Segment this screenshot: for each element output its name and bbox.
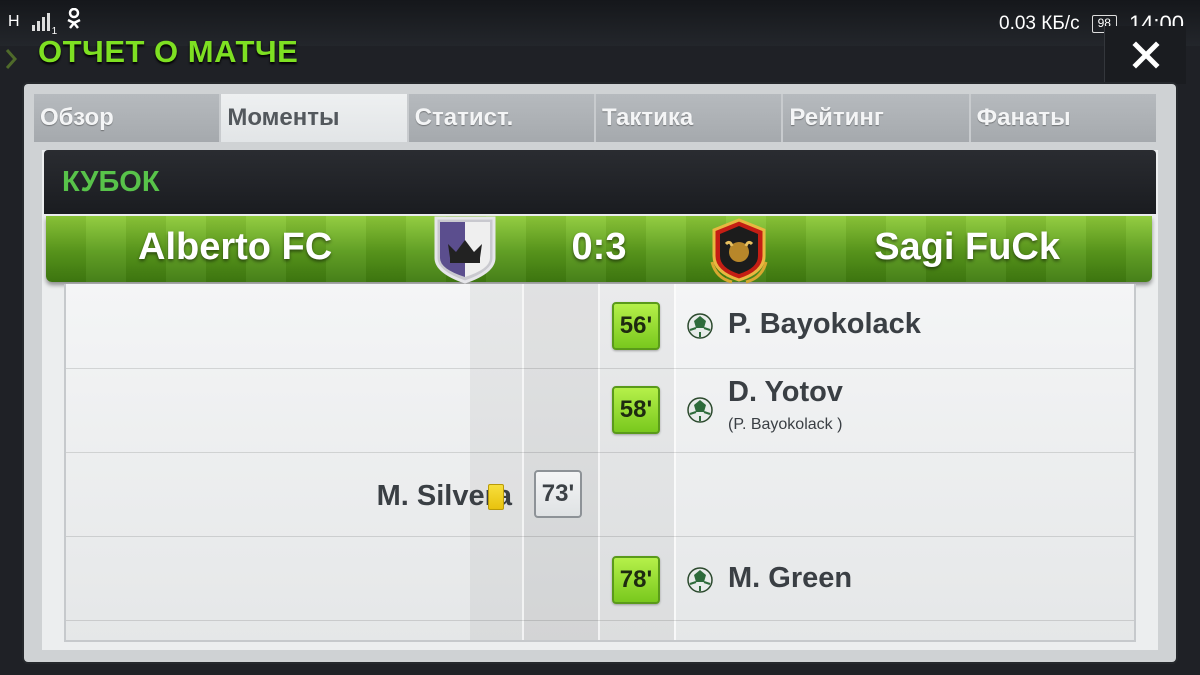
away-team-name: Sagi FuCk [874,226,1060,268]
row-divider [64,452,1136,453]
goal-ball-icon [687,313,713,339]
tab-rating[interactable]: Рейтинг [783,94,971,142]
tab-bar: Обзор Моменты Статист. Тактика Рейтинг Ф… [34,94,1156,142]
close-icon [1131,41,1160,69]
timeline-center [522,284,600,642]
tab-moments[interactable]: Моменты [221,94,409,142]
events-list: 56' P. Bayokolack 58' D. Yotov (P. Bayok… [64,284,1136,642]
event-minute-badge: 73' [534,470,582,518]
tab-tactics[interactable]: Тактика [595,94,784,142]
back-chevron-icon[interactable] [4,44,18,74]
tab-overview[interactable]: Обзор [34,94,222,142]
event-player: M. Green [728,562,853,594]
event-assist: (P. Bayokolack ) [728,416,843,433]
away-team-crest-icon [706,216,772,286]
event-minute-badge: 58' [612,386,660,434]
event-player: D. Yotov [728,376,843,408]
row-divider [64,620,1136,621]
score-bar: Alberto FC 0:3 Sagi FuCk [46,216,1152,284]
page-title: ОТЧЕТ О МАТЧЕ [38,34,299,69]
close-button[interactable] [1104,26,1186,84]
row-divider [64,536,1136,537]
competition-header: КУБОК [44,150,1156,214]
competition-title: КУБОК [62,166,160,198]
event-minute-badge: 78' [612,556,660,604]
yellow-card-icon [488,484,504,510]
match-report-panel: Обзор Моменты Статист. Тактика Рейтинг Ф… [24,84,1176,662]
moments-content: КУБОК Alberto FC 0:3 Sagi FuCk 56' P. Ba… [42,150,1158,650]
goal-ball-icon [687,397,713,423]
event-minute-badge: 56' [612,302,660,350]
row-divider [64,368,1136,369]
header: ОТЧЕТ О МАТЧЕ [0,26,1200,86]
pitch-stripe [470,284,522,642]
tab-fans[interactable]: Фанаты [970,94,1156,142]
goal-ball-icon [687,567,713,593]
event-player: P. Bayokolack [728,308,921,340]
tab-stats[interactable]: Статист. [408,94,596,142]
